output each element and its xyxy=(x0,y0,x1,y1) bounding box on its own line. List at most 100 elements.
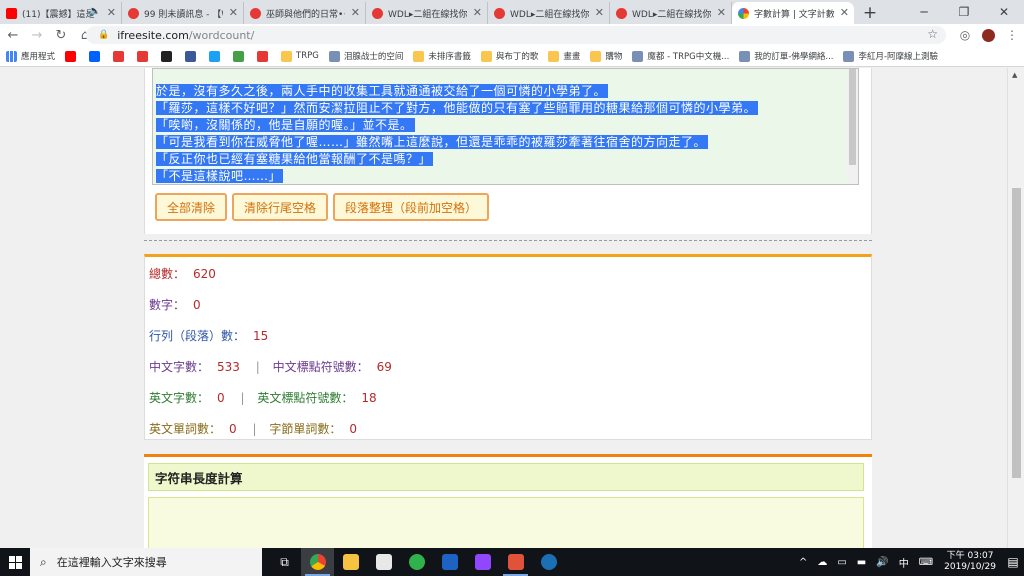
browser-tab[interactable]: WDL▸二組在線找你聊 ✕ xyxy=(488,2,610,24)
notification-icon[interactable]: ▤ xyxy=(1002,555,1024,569)
network-icon[interactable]: ▭ xyxy=(837,557,846,568)
task-view-icon[interactable]: ⧉ xyxy=(268,548,301,576)
youtube-icon xyxy=(6,8,17,19)
format-paragraphs-button[interactable]: 段落整理（段前加空格） xyxy=(333,193,490,221)
clock[interactable]: 下午 03:07 2019/10/29 xyxy=(944,551,996,573)
photos-icon[interactable] xyxy=(433,548,466,576)
tab-label: 巫師與他們的日常••學 xyxy=(266,9,345,20)
search-placeholder: 在這裡輸入文字來搜尋 xyxy=(56,556,167,569)
bookmark-item[interactable]: 未排序書籤 xyxy=(413,50,471,62)
site-icon xyxy=(739,50,751,62)
restore-button[interactable]: ❐ xyxy=(944,0,984,24)
bookmark-item[interactable]: 畫畫 xyxy=(548,50,580,62)
browser-tab[interactable]: WDL▸二組在線找你聊 ✕ xyxy=(366,2,488,24)
bookmark-item[interactable] xyxy=(161,50,176,62)
twitch-icon[interactable] xyxy=(466,548,499,576)
bookmark-item[interactable] xyxy=(65,50,80,62)
avatar[interactable] xyxy=(982,28,995,42)
bookmark-item[interactable] xyxy=(257,50,272,62)
stat-cjk: 中文字數： 533 | 中文標點符號數： 69 xyxy=(149,360,392,374)
close-tab-icon[interactable]: ✕ xyxy=(229,6,238,19)
close-tab-icon[interactable]: ✕ xyxy=(595,6,604,19)
volume-icon[interactable]: 🔊 xyxy=(876,557,888,568)
menu-icon[interactable]: ⋮ xyxy=(1000,28,1024,42)
bookmark-item[interactable]: 我的訂單-佛學網絡... xyxy=(739,50,833,62)
tray-chevron-icon[interactable]: ^ xyxy=(799,557,807,568)
bookmark-label: 購物 xyxy=(605,52,623,62)
browser-tab[interactable]: WDL▸二組在線找你聊 ✕ xyxy=(610,2,732,24)
clear-all-button[interactable]: 全部清除 xyxy=(155,193,228,221)
onedrive-icon[interactable]: ☁ xyxy=(817,557,827,568)
folder-icon xyxy=(480,50,492,62)
ime-indicator[interactable]: 中 xyxy=(899,555,909,570)
back-icon[interactable]: ← xyxy=(2,24,24,46)
app-icon xyxy=(128,8,139,19)
site-icon xyxy=(233,50,245,62)
bookmark-item[interactable]: 魔都 - TRPG中文機... xyxy=(632,50,729,62)
browser-tab[interactable]: 99 則未讀訊息 - 【WDL ✕ xyxy=(122,2,244,24)
bookmark-item[interactable] xyxy=(209,50,224,62)
bookmark-star-icon[interactable]: ☆ xyxy=(927,27,938,41)
display-icon[interactable]: ▬ xyxy=(857,557,866,568)
selected-text: 「可是我看到你在威脅他了喔……」雖然嘴上這麼說，但還是乖乖的被羅莎牽著往宿舍的方… xyxy=(156,135,709,149)
stat-total: 總數： 620 xyxy=(149,267,216,281)
site-icon xyxy=(65,50,77,62)
taskbar: ⌕ 在這裡輸入文字來搜尋 ⧉ ^ ☁ ▭ ▬ 🔊 中 ⌨ 下午 03:07 20… xyxy=(0,548,1024,576)
bookmark-label: 畫畫 xyxy=(563,52,581,62)
bookmark-item[interactable] xyxy=(113,50,128,62)
close-tab-icon[interactable]: ✕ xyxy=(107,6,116,19)
bookmark-item[interactable]: 泪腺战士的空间 xyxy=(328,50,404,62)
close-tab-icon[interactable]: ✕ xyxy=(717,6,726,19)
browser-tab[interactable]: 巫師與他們的日常••學 ✕ xyxy=(244,2,366,24)
extension-icon[interactable]: ◎ xyxy=(953,28,977,42)
site-icon xyxy=(161,50,173,62)
keyboard-icon[interactable]: ⌨ xyxy=(919,557,933,568)
text-input-area[interactable]: 於是，沒有多久之後，兩人手中的收集工具就通通被交給了一個可憐的小學弟了。 「羅莎，… xyxy=(152,68,859,185)
start-button[interactable] xyxy=(0,548,30,576)
taskbar-search[interactable]: ⌕ 在這裡輸入文字來搜尋 xyxy=(30,548,262,576)
bookmark-item[interactable]: 李紅月-阿摩線上測驗 xyxy=(843,50,938,62)
tab-label: WDL▸二組在線找你聊 xyxy=(388,9,467,20)
app-icon xyxy=(494,8,505,19)
line-icon[interactable] xyxy=(400,548,433,576)
scroll-up-icon[interactable]: ▲ xyxy=(1012,71,1017,79)
bookmark-item[interactable]: 應用程式 xyxy=(6,50,55,62)
bookmark-label: 泪腺战士的空间 xyxy=(343,52,404,62)
scroll-thumb[interactable] xyxy=(1012,188,1021,478)
chat-app-icon[interactable] xyxy=(499,548,532,576)
close-tab-icon[interactable]: ✕ xyxy=(840,6,849,19)
trim-whitespace-button[interactable]: 清除行尾空格 xyxy=(232,193,329,221)
chrome-icon[interactable] xyxy=(301,548,334,576)
colorful-icon xyxy=(738,8,749,19)
bookmark-item[interactable] xyxy=(89,50,104,62)
new-tab-button[interactable]: + xyxy=(858,2,882,24)
bookmark-item[interactable]: 與布丁的歌 xyxy=(480,50,538,62)
site-icon xyxy=(257,50,269,62)
site-icon xyxy=(632,50,644,62)
bookmark-item[interactable] xyxy=(137,50,152,62)
browser-tab[interactable]: 字數計算 | 文字計數 ✕ xyxy=(732,2,854,24)
site-icon xyxy=(328,50,340,62)
steam-icon[interactable] xyxy=(532,548,565,576)
bookmark-item[interactable]: 購物 xyxy=(590,50,622,62)
browser-tab[interactable]: (11)【震撼】這是 🔈 ✕ xyxy=(0,2,122,24)
bookmark-item[interactable] xyxy=(233,50,248,62)
clock-date: 2019/10/29 xyxy=(944,562,996,572)
bookmark-item[interactable] xyxy=(185,50,200,62)
textarea-scrollbar[interactable] xyxy=(847,69,858,184)
close-tab-icon[interactable]: ✕ xyxy=(473,6,482,19)
minimize-button[interactable]: ─ xyxy=(904,0,944,24)
speaker-icon[interactable]: 🔈 xyxy=(89,6,101,17)
file-explorer-icon[interactable] xyxy=(334,548,367,576)
page-scrollbar[interactable]: ▲ xyxy=(1007,68,1024,548)
forward-icon[interactable]: → xyxy=(26,24,48,46)
site-icon xyxy=(113,50,125,62)
close-tab-icon[interactable]: ✕ xyxy=(351,6,360,19)
bookmark-label: TRPG xyxy=(296,51,319,61)
string-length-input[interactable] xyxy=(148,497,864,548)
bookmark-item[interactable]: TRPG xyxy=(281,50,319,62)
reload-icon[interactable]: ↻ xyxy=(50,24,72,46)
address-bar[interactable]: 🔒 ifreesite.com/wordcount/ ☆ xyxy=(86,26,946,44)
close-window-button[interactable]: ✕ xyxy=(984,0,1024,24)
store-icon[interactable] xyxy=(367,548,400,576)
